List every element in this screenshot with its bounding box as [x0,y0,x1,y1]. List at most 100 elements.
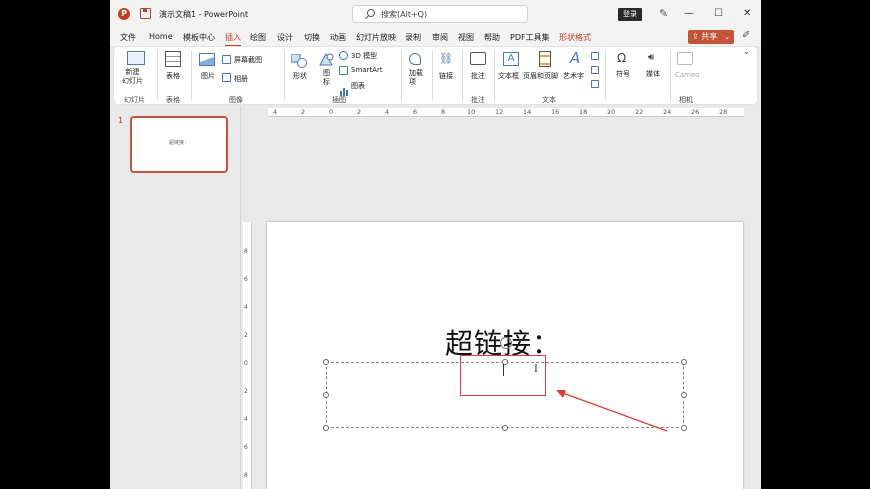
speaker-icon: 🔊︎ [648,52,655,63]
table-button[interactable]: 表格 [166,71,180,81]
tab-pdf-tools[interactable]: PDF工具集 [510,32,550,43]
addins-icon [409,53,421,65]
new-slide-icon [127,51,145,65]
document-title: 演示文稿1 - PowerPoint [159,10,249,19]
ruler-label: 18 [579,108,588,116]
image-button[interactable]: 图片 [201,71,215,81]
share-icon: ⇪ [692,32,702,41]
smartart-button[interactable]: SmartArt [351,66,383,74]
ruler-label: 2 [244,332,248,339]
thumbnail-title: 超链接： [168,140,189,146]
annotation-arrow [556,390,668,432]
restore-button[interactable]: ☐ [714,7,723,21]
tab-home[interactable]: Home [149,32,173,41]
group-label-illustrations: 插图 [332,96,346,104]
ribbon-tabs: 文件 Home 模板中心 插入 绘图 设计 切换 动画 幻灯片放映 录制 审阅 … [110,29,761,46]
ruler-label: 6 [244,276,248,283]
ruler-label: 4 [273,108,278,116]
slide-canvas[interactable]: 超链接： I [267,222,743,489]
ruler-label: 0 [329,108,334,116]
tab-draw[interactable]: 绘图 [250,32,266,43]
minimize-button[interactable]: — [684,7,694,21]
icons-icon [318,52,334,67]
slide-number-icon[interactable] [591,66,599,74]
group-label-slides: 幻灯片 [124,96,145,104]
smartart-icon [339,66,348,75]
wordart-icon: A [570,49,581,67]
group-label-text: 文本 [542,96,556,104]
media-button[interactable]: 媒体 [646,69,660,79]
ruler-label: 6 [413,108,418,116]
comment-button[interactable]: 批注 [471,71,485,81]
textbox-button[interactable]: 文本框 [498,71,519,81]
ruler-label: 0 [244,360,248,367]
tab-insert[interactable]: 插入 [225,32,241,46]
tab-animations[interactable]: 动画 [330,32,346,43]
ruler-label: 24 [663,108,672,116]
ruler-label: 28 [719,108,728,116]
comment-icon[interactable]: ✐ [742,30,750,41]
3d-model-icon [339,51,348,60]
image-icon [199,53,215,66]
screenshot-icon [222,55,231,64]
ruler-label: 12 [495,108,504,116]
ruler-label: 6 [244,444,248,451]
textbox-icon: A [503,52,519,66]
login-button[interactable]: 登录 [618,8,642,21]
tab-record[interactable]: 录制 [405,32,421,43]
group-label-comments: 批注 [471,96,485,104]
link-button[interactable]: 链接 [439,71,453,81]
slide-thumbnail[interactable]: 超链接： [130,116,228,173]
tab-file[interactable]: 文件 [120,32,136,43]
cameo-icon [677,52,693,65]
shapes-icon [290,53,307,68]
tab-shape-format[interactable]: 形状格式 [559,32,591,43]
ruler-label: 8 [244,248,248,255]
ruler-label: 4 [244,304,248,311]
ruler-label: 22 [635,108,644,116]
share-button[interactable]: ⇪ 共享 ⌄ [688,30,734,44]
collapse-ribbon-icon[interactable]: ⌄ [743,47,750,56]
icons-button[interactable]: 图 标 [323,69,330,87]
group-label-tables: 表格 [166,96,180,104]
album-icon [222,73,231,82]
3d-model-button[interactable]: 3D 模型 [351,51,377,61]
screenshot-button[interactable]: 屏幕截图 [234,55,262,65]
pen-icon[interactable]: ✎ [659,8,668,20]
ruler-label: 2 [244,388,248,395]
tab-view[interactable]: 视图 [458,32,474,43]
tab-transitions[interactable]: 切换 [304,32,320,43]
header-footer-button[interactable]: 页眉和页脚 [523,71,558,81]
save-icon[interactable] [140,8,151,19]
album-button[interactable]: 相册 [234,74,248,84]
close-button[interactable]: ✕ [743,7,751,21]
ruler-label: 2 [301,108,306,116]
group-label-camera: 相机 [679,96,693,104]
group-label-images: 图像 [229,96,243,104]
date-time-icon[interactable] [591,52,599,60]
ruler-label: 4 [385,108,390,116]
new-slide-button[interactable]: 新建 幻灯片 [122,68,143,86]
search-input[interactable]: 搜索(Alt+Q) [352,5,528,23]
tab-review[interactable]: 审阅 [432,32,448,43]
tab-help[interactable]: 帮助 [484,32,500,43]
omega-symbol-icon: Ω [617,51,627,65]
wordart-button[interactable]: 艺术字 [563,71,584,81]
tab-design[interactable]: 设计 [277,32,293,43]
cameo-button[interactable]: Cameo [675,71,700,79]
addins-button[interactable]: 加载 项 [409,69,423,87]
chart-button[interactable]: 图表 [351,81,365,91]
tab-template-center[interactable]: 模板中心 [183,32,215,43]
ruler-label: 8 [244,472,248,479]
tab-slideshow[interactable]: 幻灯片放映 [356,32,396,43]
search-icon [367,9,375,17]
ribbon-insert: 新建 幻灯片 幻灯片 表格 表格 图片 屏幕截图 相册 图像 形状 图 标 3D… [114,47,757,104]
symbols-button[interactable]: 符号 [616,69,630,79]
object-icon[interactable] [591,80,599,88]
vertical-ruler[interactable]: 8 6 4 2 0 2 4 6 8 [243,222,252,489]
header-footer-icon [539,51,551,67]
slide-number: 1 [118,116,124,125]
ruler-label: 10 [467,108,476,116]
horizontal-ruler[interactable]: 4 2 0 2 4 6 8 10 12 14 16 18 20 22 24 26… [268,108,744,117]
shapes-button[interactable]: 形状 [293,71,307,81]
